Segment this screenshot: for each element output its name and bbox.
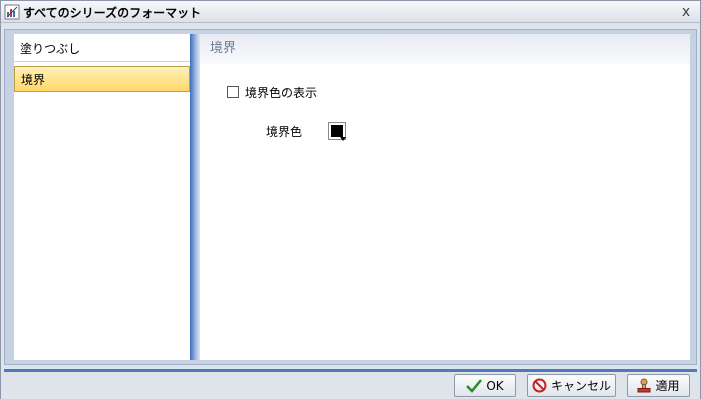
- show-border-color-label: 境界色の表示: [245, 85, 318, 100]
- panel-splitter[interactable]: [190, 34, 200, 360]
- cancel-icon: [532, 378, 547, 393]
- chart-format-icon: [4, 4, 20, 20]
- border-color-label: 境界色: [266, 124, 303, 139]
- sidebar-item-label: 塗りつぶし: [20, 42, 81, 56]
- section-title: 境界: [200, 34, 690, 64]
- close-icon: x: [681, 4, 691, 20]
- cancel-label: キャンセル: [550, 379, 611, 393]
- sidebar-item-fill[interactable]: 塗りつぶし: [14, 36, 190, 62]
- apply-label: 適用: [655, 379, 680, 393]
- show-border-color-checkbox[interactable]: [227, 86, 239, 98]
- ok-label: OK: [486, 378, 504, 393]
- stamp-icon: [637, 378, 651, 393]
- ok-button[interactable]: OK: [454, 374, 516, 397]
- dialog-body: 塗りつぶし 境界 境界 境界色の表示 境界色: [4, 29, 697, 365]
- dropdown-arrow-icon: [340, 137, 346, 141]
- sidebar-item-border[interactable]: 境界: [14, 66, 190, 92]
- sidebar-item-label: 境界: [21, 73, 46, 87]
- button-bar: OK キャンセル 適用: [1, 372, 700, 399]
- cancel-button[interactable]: キャンセル: [527, 374, 616, 397]
- color-swatch: [331, 125, 343, 137]
- format-all-series-dialog: すべてのシリーズのフォーマット x 塗りつぶし 境界 境界 境界色の表示 境界色: [0, 0, 701, 399]
- close-button[interactable]: x: [678, 4, 694, 20]
- settings-panel: 境界 境界色の表示 境界色: [200, 34, 690, 360]
- show-border-color-row: 境界色の表示: [227, 84, 317, 100]
- apply-button[interactable]: 適用: [627, 374, 690, 397]
- border-color-picker[interactable]: [328, 122, 346, 141]
- dialog-title: すべてのシリーズのフォーマット: [23, 6, 202, 20]
- category-list: 塗りつぶし 境界: [14, 34, 190, 360]
- checkmark-icon: [466, 378, 483, 393]
- border-color-row: 境界色: [266, 121, 346, 141]
- title-bar: すべてのシリーズのフォーマット x: [1, 1, 700, 23]
